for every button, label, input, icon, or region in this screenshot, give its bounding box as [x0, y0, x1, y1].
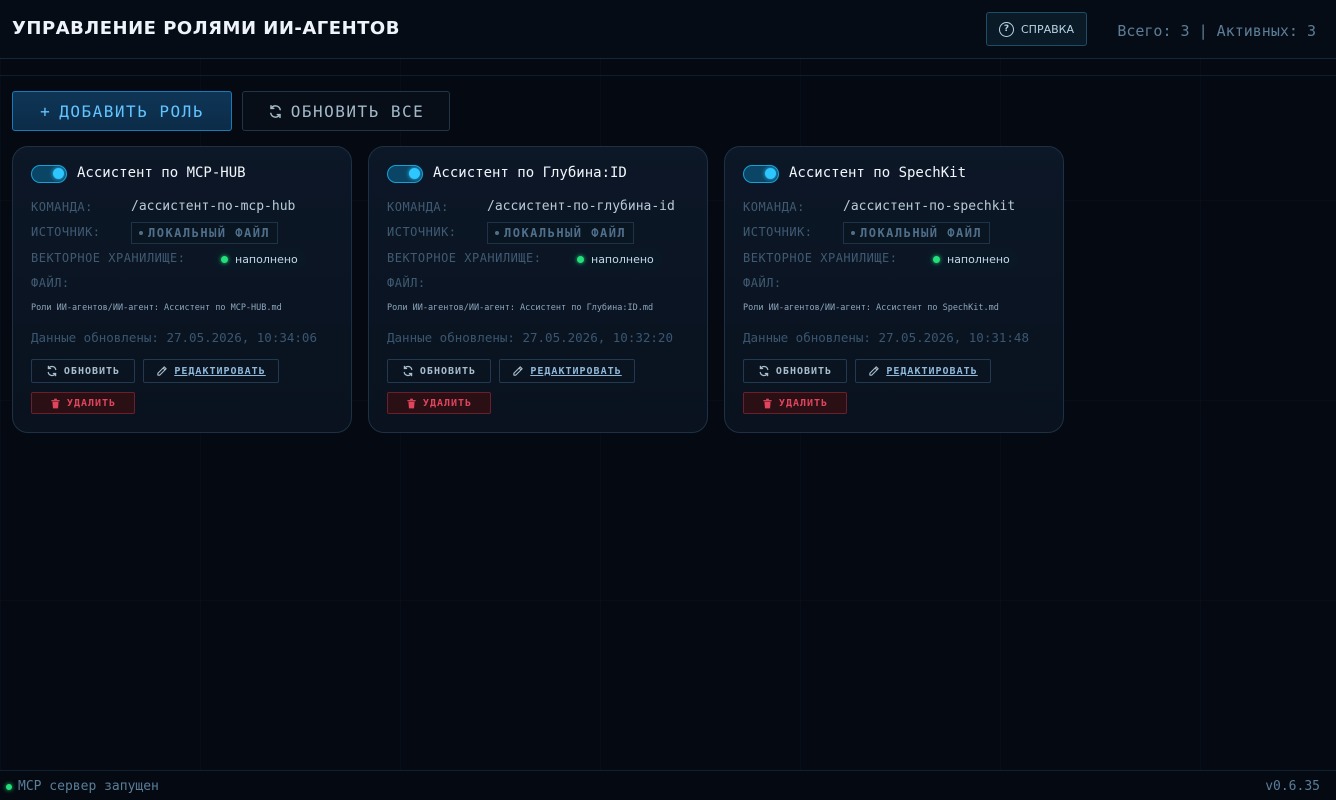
source-badge: ЛОКАЛЬНЫЙ ФАЙЛ — [487, 222, 635, 244]
delete-role-button[interactable]: УДАЛИТЬ — [743, 392, 847, 414]
edit-role-button[interactable]: РЕДАКТИРОВАТЬ — [143, 359, 279, 383]
updated-timestamp: Данные обновлены: 27.05.2026, 10:31:48 — [743, 330, 1029, 345]
vector-status-value: наполнено — [947, 252, 1010, 266]
pencil-icon — [512, 365, 524, 377]
role-file-path: Роли ИИ-агентов/ИИ-агент: Ассистент по S… — [743, 303, 999, 313]
role-command: /ассистент-по-глубина-id — [487, 199, 675, 214]
delete-role-label: УДАЛИТЬ — [778, 397, 829, 409]
vector-status-badge: наполнено — [569, 248, 662, 270]
role-title: Ассистент по SpechKit — [789, 165, 967, 181]
role-file-path: Роли ИИ-агентов/ИИ-агент: Ассистент по Г… — [387, 303, 654, 313]
role-title: Ассистент по MCP-HUB — [77, 165, 246, 181]
vector-store-label: ВЕКТОРНОЕ ХРАНИЛИЩЕ: — [387, 251, 542, 265]
delete-role-button[interactable]: УДАЛИТЬ — [31, 392, 135, 414]
divider — [0, 75, 1336, 76]
refresh-role-label: ОБНОВИТЬ — [775, 365, 833, 377]
status-bar: MCP сервер запущен v0.6.35 — [0, 770, 1336, 800]
source-badge: ЛОКАЛЬНЫЙ ФАЙЛ — [131, 222, 279, 244]
source-value: ЛОКАЛЬНЫЙ ФАЙЛ — [860, 226, 983, 240]
help-button[interactable]: ? СПРАВКА — [986, 12, 1087, 46]
source-dot-icon — [851, 231, 855, 235]
file-label: ФАЙЛ: — [743, 276, 782, 290]
refresh-all-label: ОБНОВИТЬ ВСЕ — [290, 101, 425, 121]
vector-store-label: ВЕКТОРНОЕ ХРАНИЛИЩЕ: — [743, 251, 898, 265]
vector-status-value: наполнено — [591, 252, 654, 266]
source-dot-icon — [495, 231, 499, 235]
vector-status-badge: наполнено — [925, 248, 1018, 270]
file-label: ФАЙЛ: — [387, 276, 426, 290]
refresh-all-button[interactable]: ОБНОВИТЬ ВСЕ — [242, 91, 450, 131]
role-card: Ассистент по MCP-HUB КОМАНДА: /ассистент… — [12, 146, 352, 433]
server-status-text: MCP сервер запущен — [18, 779, 159, 794]
page-title: УПРАВЛЕНИЕ РОЛЯМИ ИИ-АГЕНТОВ — [12, 18, 400, 39]
edit-role-button[interactable]: РЕДАКТИРОВАТЬ — [855, 359, 991, 383]
source-badge: ЛОКАЛЬНЫЙ ФАЙЛ — [843, 222, 991, 244]
trash-icon — [406, 398, 417, 409]
status-dot-icon — [577, 255, 584, 263]
edit-role-button[interactable]: РЕДАКТИРОВАТЬ — [499, 359, 635, 383]
role-enabled-toggle[interactable] — [31, 165, 67, 183]
command-label: КОМАНДА: — [387, 200, 449, 214]
refresh-icon — [758, 365, 770, 377]
pencil-icon — [868, 365, 880, 377]
role-card: Ассистент по Глубина:ID КОМАНДА: /ассист… — [368, 146, 708, 433]
app-header: УПРАВЛЕНИЕ РОЛЯМИ ИИ-АГЕНТОВ ? СПРАВКА В… — [0, 0, 1336, 59]
refresh-icon — [402, 365, 414, 377]
source-value: ЛОКАЛЬНЫЙ ФАЙЛ — [148, 226, 271, 240]
source-label: ИСТОЧНИК: — [31, 225, 101, 239]
refresh-icon — [268, 104, 283, 119]
role-enabled-toggle[interactable] — [387, 165, 423, 183]
file-label: ФАЙЛ: — [31, 276, 70, 290]
command-label: КОМАНДА: — [743, 200, 805, 214]
role-enabled-toggle[interactable] — [743, 165, 779, 183]
source-label: ИСТОЧНИК: — [743, 225, 813, 239]
source-label: ИСТОЧНИК: — [387, 225, 457, 239]
refresh-role-button[interactable]: ОБНОВИТЬ — [387, 359, 491, 383]
trash-icon — [762, 398, 773, 409]
status-dot-icon — [933, 255, 940, 263]
refresh-role-button[interactable]: ОБНОВИТЬ — [743, 359, 847, 383]
vector-status-badge: наполнено — [213, 248, 306, 270]
vector-status-value: наполнено — [235, 252, 298, 266]
delete-role-button[interactable]: УДАЛИТЬ — [387, 392, 491, 414]
toggle-knob — [765, 168, 776, 179]
updated-timestamp: Данные обновлены: 27.05.2026, 10:32:20 — [387, 330, 673, 345]
question-icon: ? — [999, 21, 1014, 37]
edit-role-label: РЕДАКТИРОВАТЬ — [530, 365, 622, 377]
server-status: MCP сервер запущен — [6, 779, 159, 794]
role-command: /ассистент-по-spechkit — [843, 199, 1016, 214]
add-role-button[interactable]: + ДОБАВИТЬ РОЛЬ — [12, 91, 232, 131]
delete-role-label: УДАЛИТЬ — [66, 397, 117, 409]
plus-icon: + — [40, 101, 52, 121]
role-file-path: Роли ИИ-агентов/ИИ-агент: Ассистент по M… — [31, 303, 282, 313]
refresh-role-label: ОБНОВИТЬ — [63, 365, 121, 377]
delete-role-label: УДАЛИТЬ — [422, 397, 473, 409]
pencil-icon — [156, 365, 168, 377]
roles-stats: Всего: 3 | Активных: 3 — [1117, 22, 1316, 40]
edit-role-label: РЕДАКТИРОВАТЬ — [174, 365, 266, 377]
role-command: /ассистент-по-mcp-hub — [131, 199, 296, 214]
role-card: Ассистент по SpechKit КОМАНДА: /ассистен… — [724, 146, 1064, 433]
source-value: ЛОКАЛЬНЫЙ ФАЙЛ — [504, 226, 627, 240]
toggle-knob — [409, 168, 420, 179]
updated-timestamp: Данные обновлены: 27.05.2026, 10:34:06 — [31, 330, 317, 345]
toggle-knob — [53, 168, 64, 179]
refresh-role-label: ОБНОВИТЬ — [419, 365, 477, 377]
help-button-label: СПРАВКА — [1021, 22, 1074, 36]
edit-role-label: РЕДАКТИРОВАТЬ — [886, 365, 978, 377]
refresh-role-button[interactable]: ОБНОВИТЬ — [31, 359, 135, 383]
role-title: Ассистент по Глубина:ID — [433, 165, 627, 181]
vector-store-label: ВЕКТОРНОЕ ХРАНИЛИЩЕ: — [31, 251, 186, 265]
source-dot-icon — [139, 231, 143, 235]
command-label: КОМАНДА: — [31, 200, 93, 214]
refresh-icon — [46, 365, 58, 377]
status-dot-icon — [221, 255, 228, 263]
trash-icon — [50, 398, 61, 409]
status-dot-icon — [6, 783, 12, 790]
app-version: v0.6.35 — [1265, 779, 1320, 794]
add-role-label: ДОБАВИТЬ РОЛЬ — [59, 101, 204, 121]
